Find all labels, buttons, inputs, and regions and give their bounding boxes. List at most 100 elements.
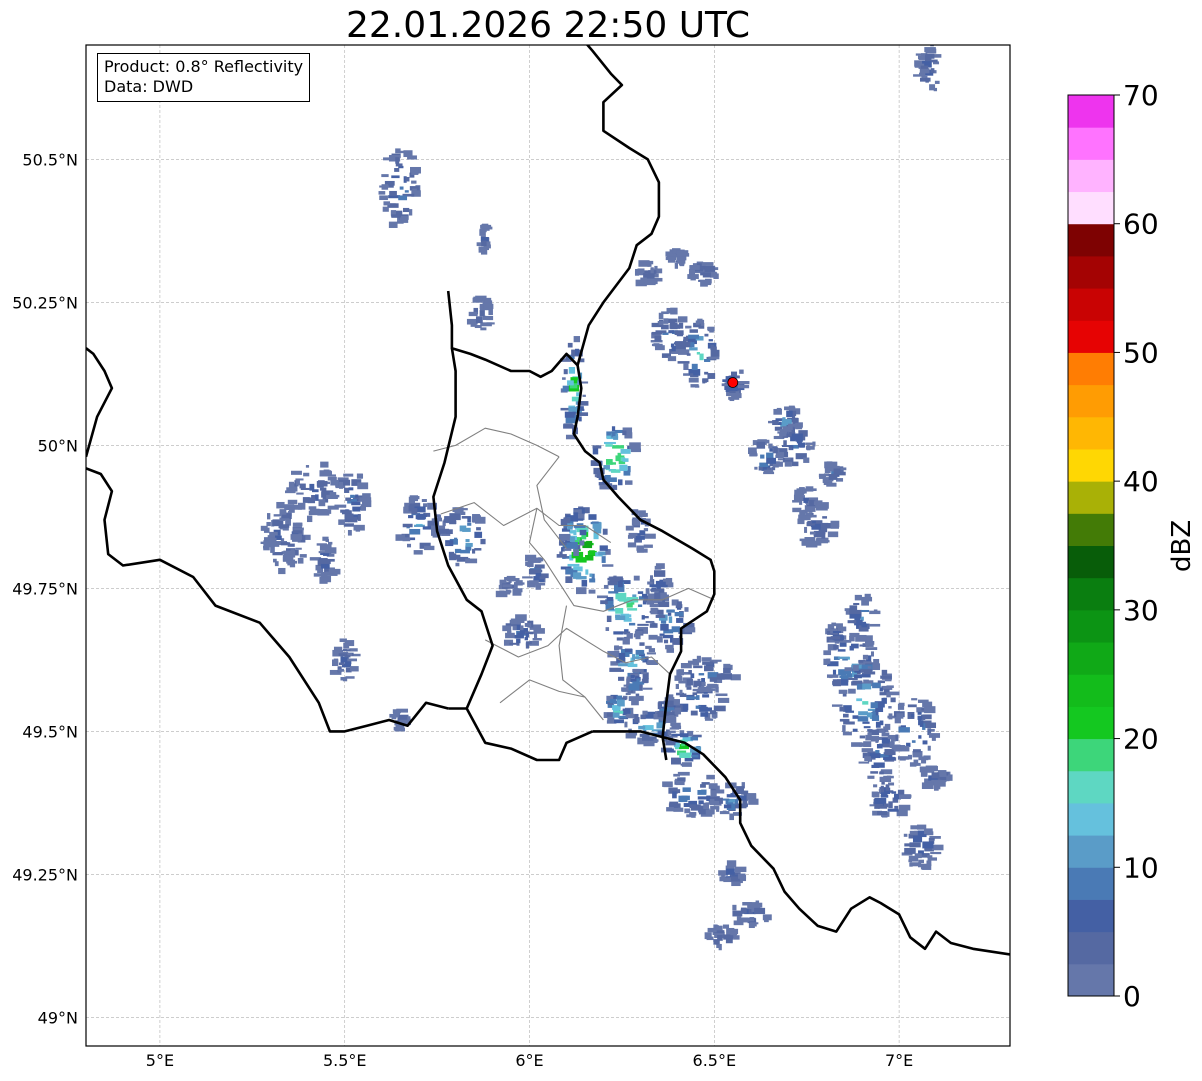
- echo-pixel: [879, 771, 884, 775]
- echo-pixel: [917, 715, 922, 720]
- echo-pixel: [378, 191, 386, 195]
- echo-pixel: [316, 509, 328, 515]
- echo-pixel: [704, 665, 714, 672]
- colorbar-segment: [1068, 191, 1114, 225]
- echo-pixel: [792, 507, 802, 513]
- echo-pixel: [353, 524, 365, 531]
- echo-pixel: [279, 509, 287, 515]
- echo-pixel: [399, 186, 404, 190]
- echo-pixel: [574, 348, 580, 356]
- echo-pixel: [686, 353, 691, 356]
- echo-pixel: [648, 648, 656, 653]
- echo-pixel: [704, 371, 709, 375]
- echo-pixel: [411, 180, 417, 184]
- echo-pixel: [620, 448, 631, 454]
- echo-pixel: [849, 608, 856, 615]
- echo-pixel: [828, 473, 838, 480]
- echo-pixel: [922, 740, 928, 745]
- echo-pixel: [737, 385, 750, 389]
- echo-pixel: [640, 671, 647, 675]
- echo-pixel: [570, 570, 574, 578]
- echo-pixel: [666, 609, 675, 613]
- echo-pixel: [482, 315, 487, 320]
- echo-pixel: [612, 445, 625, 449]
- echo-pixel: [299, 554, 307, 558]
- echo-pixel: [688, 377, 699, 383]
- echo-pixel: [267, 513, 271, 520]
- echo-pixel: [898, 702, 905, 707]
- echo-pixel: [634, 670, 640, 673]
- echo-pixel: [627, 713, 635, 719]
- echo-pixel: [413, 550, 423, 555]
- echo-pixel: [627, 465, 631, 473]
- echo-pixel: [645, 620, 655, 624]
- echo-pixel: [424, 545, 435, 551]
- echo-pixel: [651, 331, 663, 335]
- echo-pixel: [839, 675, 848, 678]
- echo-pixel: [928, 837, 935, 841]
- echo-pixel: [877, 680, 885, 684]
- echo-pixel: [503, 639, 514, 646]
- echo-pixel: [670, 322, 678, 330]
- echo-pixel: [480, 248, 488, 255]
- echo-pixel: [692, 692, 698, 696]
- echo-pixel: [296, 492, 304, 495]
- echo-pixel: [568, 406, 578, 412]
- echo-pixel: [700, 712, 709, 717]
- echo-pixel: [573, 549, 579, 556]
- echo-pixel: [865, 647, 878, 651]
- echo-pixel: [897, 756, 909, 760]
- echo-pixel: [474, 515, 481, 523]
- echo-pixel: [911, 698, 918, 701]
- echo-pixel: [639, 512, 648, 517]
- echo-pixel: [673, 807, 684, 812]
- echo-pixel: [650, 575, 654, 581]
- echo-pixel: [723, 667, 731, 674]
- echo-pixel: [842, 725, 846, 733]
- echo-pixel: [806, 445, 811, 451]
- echo-pixel: [607, 581, 618, 586]
- echo-pixel: [332, 659, 339, 667]
- echo-pixel: [605, 459, 613, 465]
- echo-pixel: [641, 615, 645, 620]
- echo-pixel: [832, 631, 842, 634]
- echo-pixel: [320, 563, 330, 569]
- echo-pixel: [538, 557, 542, 563]
- echo-pixel: [830, 520, 840, 528]
- echo-pixel: [914, 853, 922, 859]
- echo-pixel: [517, 632, 524, 639]
- echo-pixel: [786, 410, 793, 418]
- echo-pixel: [645, 280, 656, 286]
- echo-pixel: [783, 440, 787, 446]
- echo-pixel: [867, 775, 875, 779]
- colorbar-tick-label: 40: [1123, 465, 1159, 498]
- echo-pixel: [740, 917, 749, 923]
- echo-pixel: [911, 714, 915, 718]
- lat-tick-label: 50.25°N: [12, 293, 78, 312]
- echo-pixel: [689, 804, 697, 809]
- echo-pixel: [862, 654, 869, 660]
- echo-pixel: [516, 638, 521, 644]
- colorbar-segment: [1068, 448, 1114, 482]
- echo-pixel: [915, 53, 926, 56]
- echo-pixel: [591, 521, 599, 524]
- echo-pixel: [858, 711, 868, 716]
- echo-pixel: [729, 813, 734, 821]
- echo-pixel: [295, 522, 303, 527]
- echo-pixel: [894, 805, 899, 809]
- echo-pixel: [560, 535, 568, 538]
- echo-pixel: [702, 661, 714, 665]
- echo-pixel: [516, 580, 523, 586]
- echo-pixel: [628, 684, 640, 691]
- echo-pixel: [663, 639, 669, 644]
- echo-pixel: [869, 753, 881, 759]
- lon-tick-label: 7°E: [885, 1051, 913, 1070]
- lat-tick-label: 50.5°N: [22, 150, 78, 169]
- echo-pixel: [716, 807, 720, 812]
- echo-pixel: [883, 803, 889, 808]
- echo-pixel: [754, 466, 758, 470]
- echo-pixel: [472, 297, 483, 303]
- echo-pixel: [876, 743, 883, 749]
- echo-pixel: [704, 718, 714, 721]
- echo-pixel: [848, 688, 856, 694]
